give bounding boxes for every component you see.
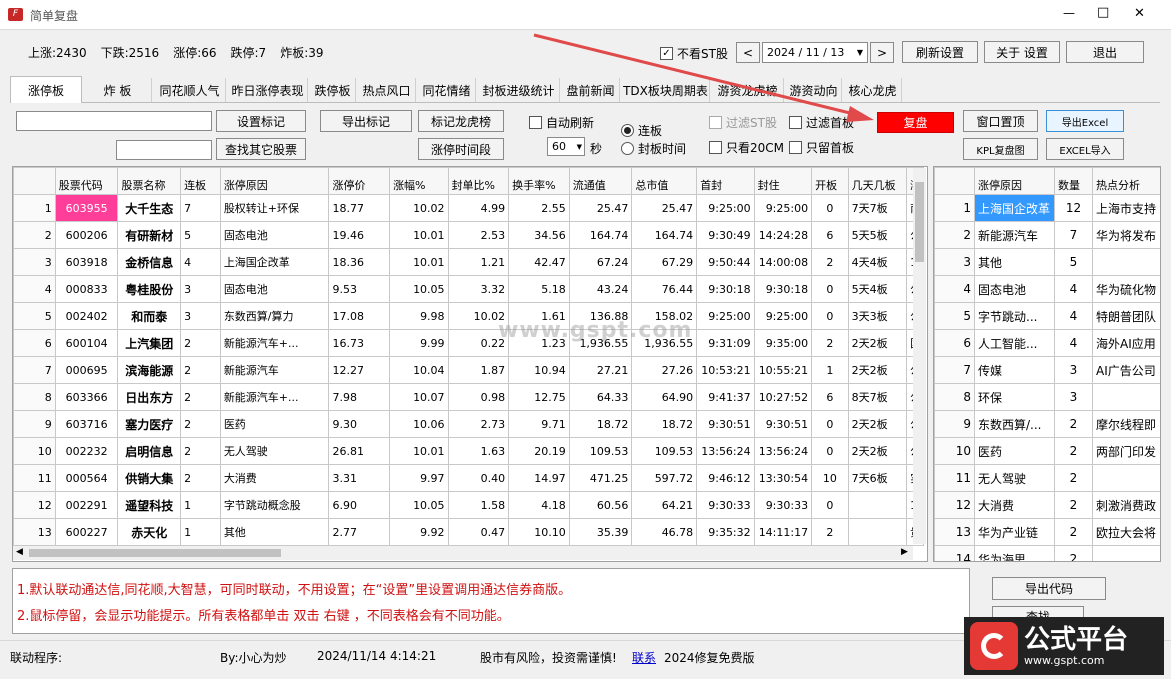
annotation-arrow (533, 33, 874, 122)
arrow-head (846, 106, 874, 122)
arrow-line (533, 33, 859, 117)
